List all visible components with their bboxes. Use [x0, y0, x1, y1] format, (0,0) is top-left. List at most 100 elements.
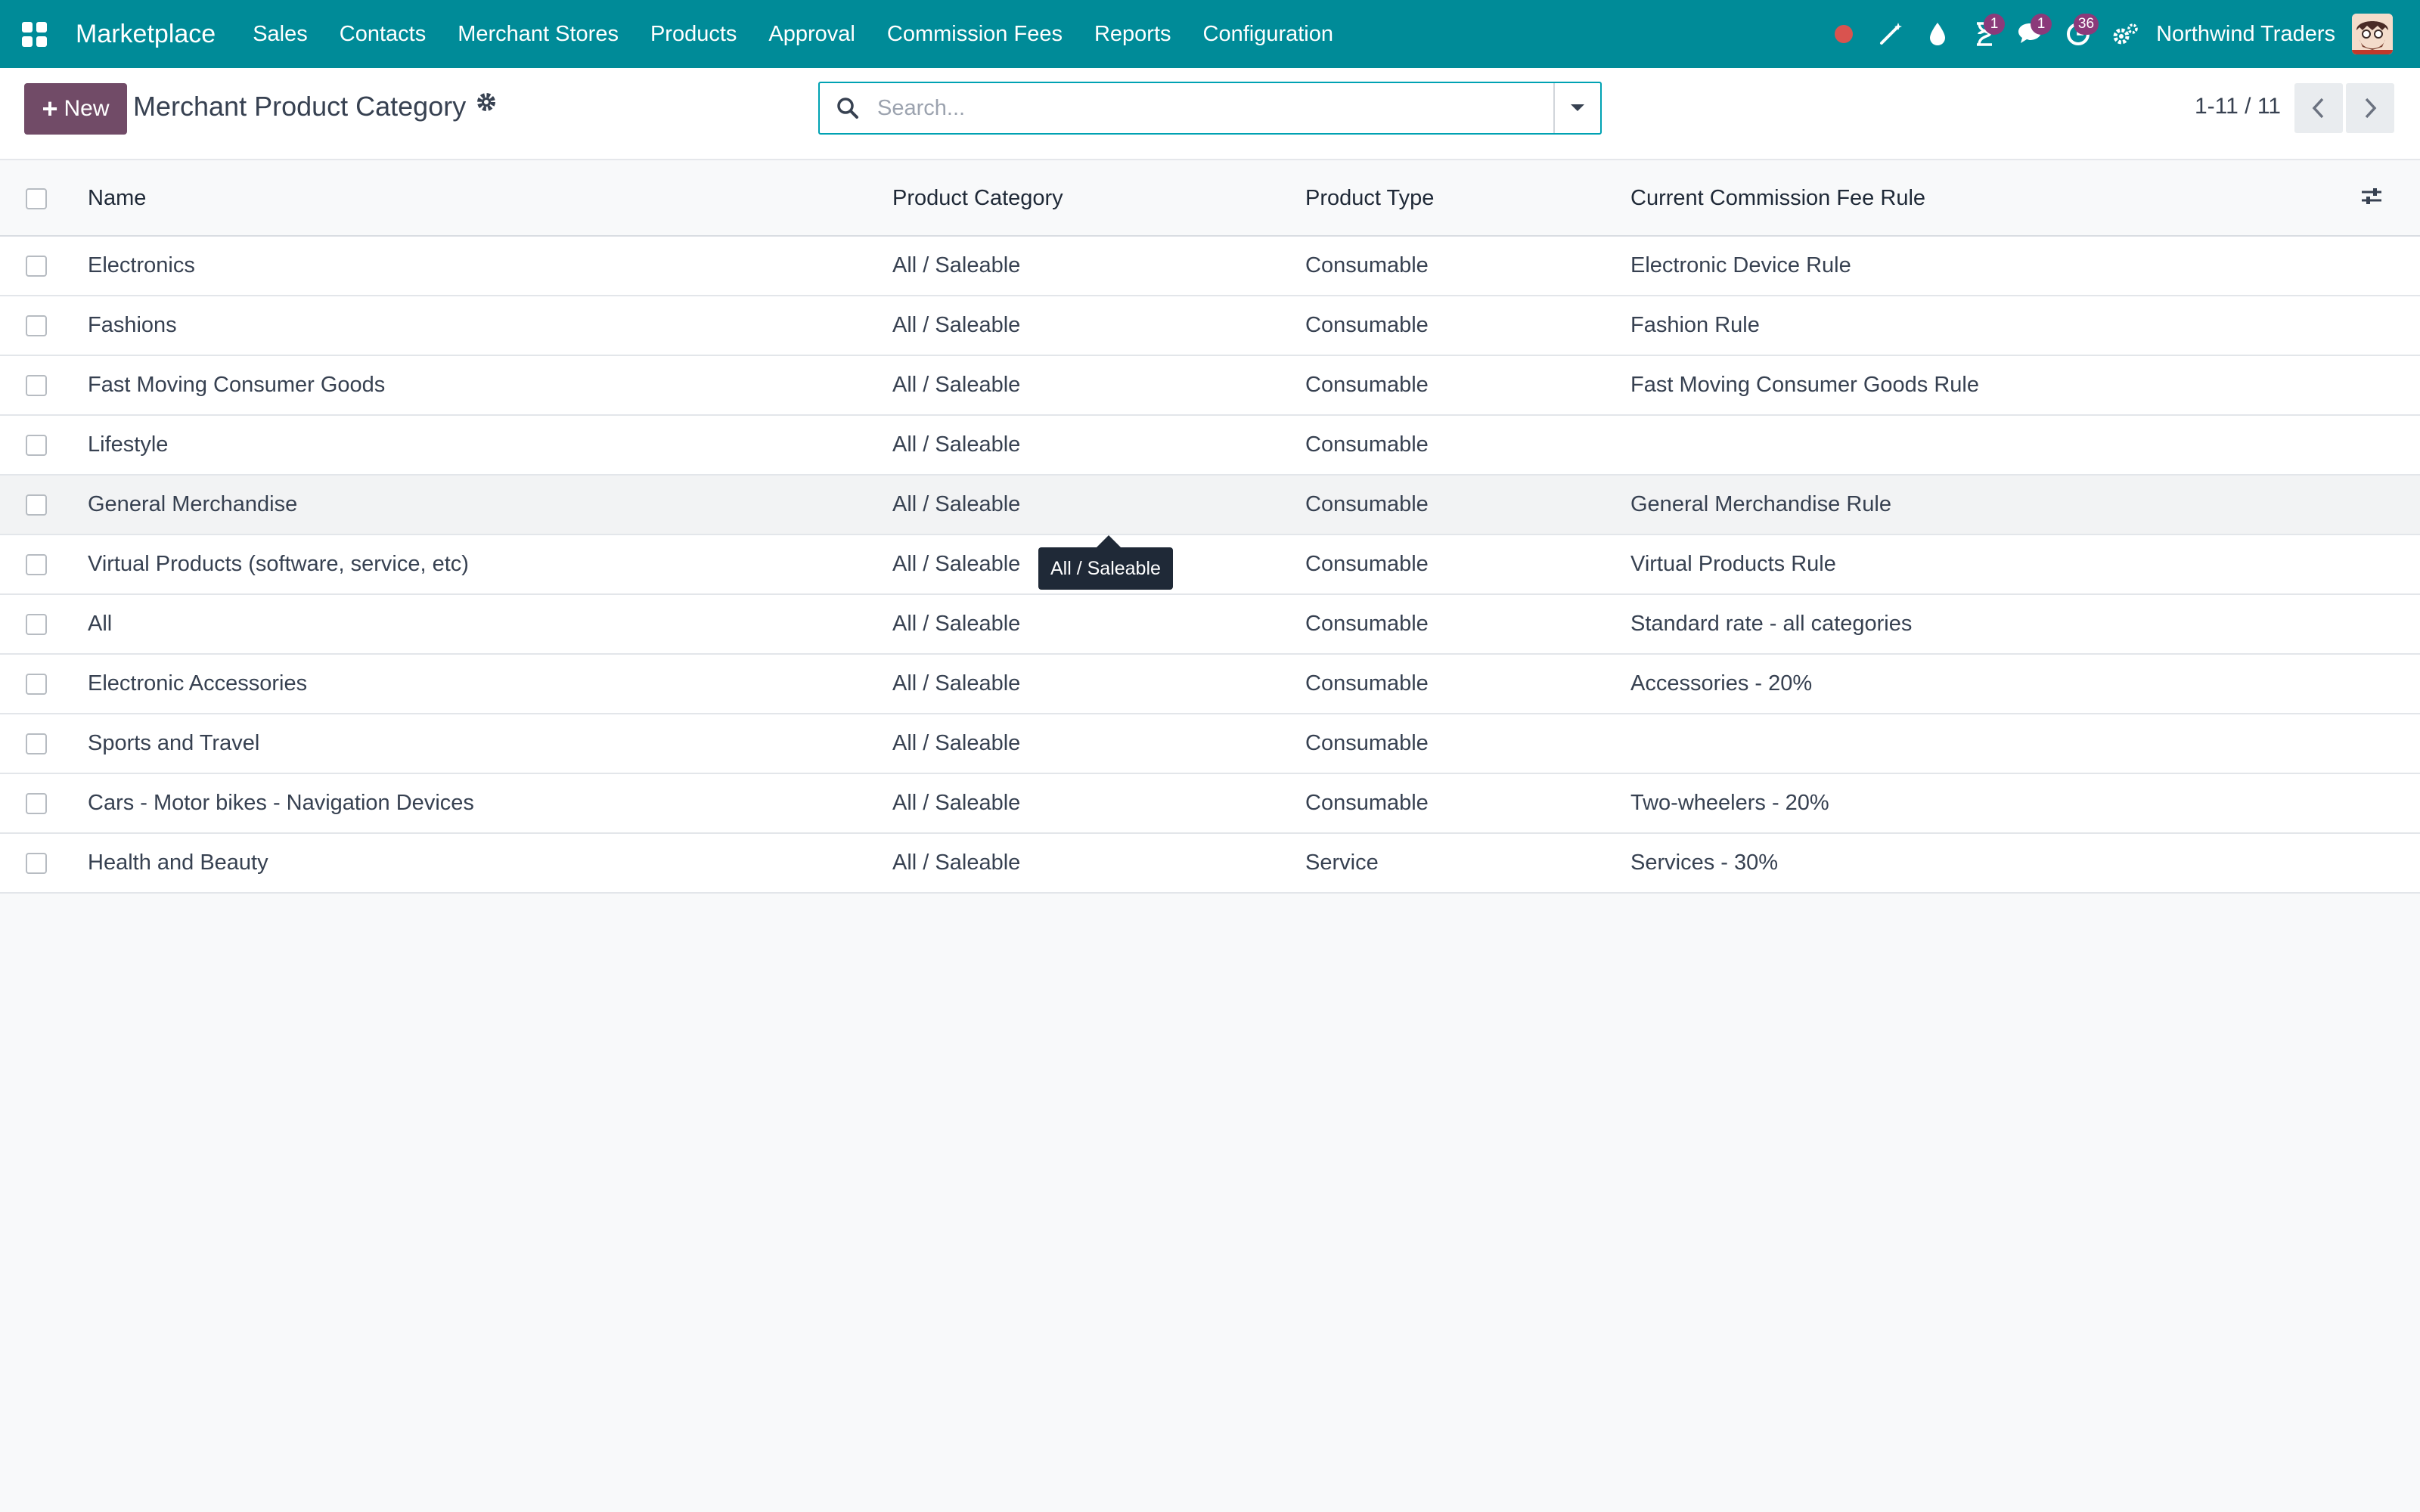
cell-name: Fashions	[73, 296, 892, 356]
cell-product-category: All / Saleable	[892, 594, 1305, 655]
cell-name: All	[73, 594, 892, 655]
caret-down-icon	[1571, 104, 1584, 111]
row-checkbox[interactable]	[26, 792, 47, 814]
app-brand[interactable]: Marketplace	[76, 20, 216, 49]
activities-hourglass-icon[interactable]: 1	[1961, 0, 2008, 68]
cell-product-category: All / Saleable	[892, 415, 1305, 476]
gear-icon[interactable]	[475, 91, 498, 117]
menu-merchant-stores[interactable]: Merchant Stores	[442, 0, 634, 68]
menu-approval[interactable]: Approval	[752, 0, 870, 68]
cell-commission-rule: Two-wheelers - 20%	[1630, 773, 2360, 834]
row-checkbox[interactable]	[26, 494, 47, 516]
cell-empty	[2360, 236, 2420, 296]
cell-product-category: All / Saleable	[892, 773, 1305, 834]
column-header-product-category[interactable]: Product Category	[892, 162, 1305, 237]
table-row[interactable]: Electronics All / Saleable Consumable El…	[0, 236, 2420, 296]
cell-commission-rule: General Merchandise Rule	[1630, 475, 2360, 535]
row-checkbox[interactable]	[26, 314, 47, 336]
settings-gears-icon[interactable]	[2102, 0, 2149, 68]
optional-columns-cell	[2360, 162, 2420, 237]
systray: 1 1 36 Northwind Traders	[1820, 0, 2420, 68]
cell-product-type: Consumable	[1305, 475, 1630, 535]
cell-product-type: Consumable	[1305, 296, 1630, 356]
cell-product-category: All / Saleable	[892, 654, 1305, 714]
updates-badge: 36	[2073, 14, 2099, 35]
cell-empty	[2360, 475, 2420, 535]
cell-empty	[2360, 594, 2420, 655]
row-checkbox[interactable]	[26, 733, 47, 754]
company-switcher[interactable]: Northwind Traders	[2156, 22, 2335, 47]
row-select-cell	[0, 296, 73, 356]
pager-previous-button[interactable]	[2294, 83, 2343, 133]
table-row[interactable]: Electronic Accessories All / Saleable Co…	[0, 654, 2420, 714]
table-row[interactable]: Fast Moving Consumer Goods All / Saleabl…	[0, 355, 2420, 416]
cell-commission-rule	[1630, 415, 2360, 476]
cell-empty	[2360, 534, 2420, 595]
cell-commission-rule: Electronic Device Rule	[1630, 236, 2360, 296]
table-row[interactable]: Health and Beauty All / Saleable Service…	[0, 833, 2420, 894]
cell-empty	[2360, 296, 2420, 356]
row-checkbox[interactable]	[26, 613, 47, 635]
cell-product-type: Service	[1305, 833, 1630, 894]
table-row[interactable]: Virtual Products (software, service, etc…	[0, 534, 2420, 595]
row-checkbox[interactable]	[26, 852, 47, 874]
table-header-row: Name Product Category Product Type Curre…	[0, 162, 2420, 237]
cell-empty	[2360, 415, 2420, 476]
menu-products[interactable]: Products	[634, 0, 752, 68]
cell-commission-rule: Fast Moving Consumer Goods Rule	[1630, 355, 2360, 416]
menu-configuration[interactable]: Configuration	[1187, 0, 1350, 68]
cell-name: Lifestyle	[73, 415, 892, 476]
row-select-cell	[0, 415, 73, 476]
tooltip-arrow	[1097, 535, 1121, 547]
column-header-product-type[interactable]: Product Type	[1305, 162, 1630, 237]
cell-commission-rule	[1630, 714, 2360, 774]
row-checkbox[interactable]	[26, 255, 47, 277]
search-options-toggle[interactable]	[1553, 83, 1600, 133]
pager-next-button[interactable]	[2346, 83, 2394, 133]
magic-wand-icon[interactable]	[1867, 0, 1914, 68]
row-checkbox[interactable]	[26, 374, 47, 396]
search-box	[818, 82, 1602, 135]
plus-icon: +	[42, 93, 58, 124]
row-select-cell	[0, 714, 73, 774]
search-input[interactable]	[877, 91, 1528, 125]
cell-name: Sports and Travel	[73, 714, 892, 774]
menu-contacts[interactable]: Contacts	[324, 0, 442, 68]
cell-product-type: Consumable	[1305, 415, 1630, 476]
table-row[interactable]: Cars - Motor bikes - Navigation Devices …	[0, 773, 2420, 834]
column-settings-sliders-icon[interactable]	[2360, 184, 2384, 208]
row-checkbox[interactable]	[26, 553, 47, 575]
drop-icon[interactable]	[1914, 0, 1961, 68]
menu-sales[interactable]: Sales	[237, 0, 324, 68]
cell-name: Virtual Products (software, service, etc…	[73, 534, 892, 595]
app-menu-icon[interactable]	[0, 0, 68, 68]
column-header-name[interactable]: Name	[73, 162, 892, 237]
cell-product-type: Consumable	[1305, 534, 1630, 595]
row-checkbox[interactable]	[26, 673, 47, 695]
row-select-cell	[0, 773, 73, 834]
search-icon	[835, 95, 861, 125]
menu-commission-fees[interactable]: Commission Fees	[871, 0, 1078, 68]
row-select-cell	[0, 594, 73, 655]
cell-product-category: All / Saleable	[892, 296, 1305, 356]
cell-product-type: Consumable	[1305, 355, 1630, 416]
messages-icon[interactable]: 1	[2008, 0, 2055, 68]
cell-empty	[2360, 714, 2420, 774]
row-checkbox[interactable]	[26, 434, 47, 456]
chevron-right-icon	[2365, 98, 2377, 119]
row-select-cell	[0, 355, 73, 416]
new-button[interactable]: + New	[24, 83, 127, 135]
select-all-checkbox[interactable]	[26, 187, 47, 209]
table-row[interactable]: All All / Saleable Consumable Standard r…	[0, 594, 2420, 655]
table-row[interactable]: Sports and Travel All / Saleable Consuma…	[0, 714, 2420, 774]
updates-clock-icon[interactable]: 36	[2055, 0, 2102, 68]
pager-value[interactable]: 1-11 / 11	[2195, 94, 2281, 119]
menu-reports[interactable]: Reports	[1078, 0, 1187, 68]
table-row[interactable]: Fashions All / Saleable Consumable Fashi…	[0, 296, 2420, 356]
user-avatar[interactable]	[2352, 14, 2393, 54]
column-header-commission-fee-rule[interactable]: Current Commission Fee Rule	[1630, 162, 2360, 237]
table-row[interactable]: General Merchandise All / Saleable Consu…	[0, 475, 2420, 535]
table-row[interactable]: Lifestyle All / Saleable Consumable	[0, 415, 2420, 476]
recording-icon[interactable]	[1820, 0, 1867, 68]
cell-name: Cars - Motor bikes - Navigation Devices	[73, 773, 892, 834]
